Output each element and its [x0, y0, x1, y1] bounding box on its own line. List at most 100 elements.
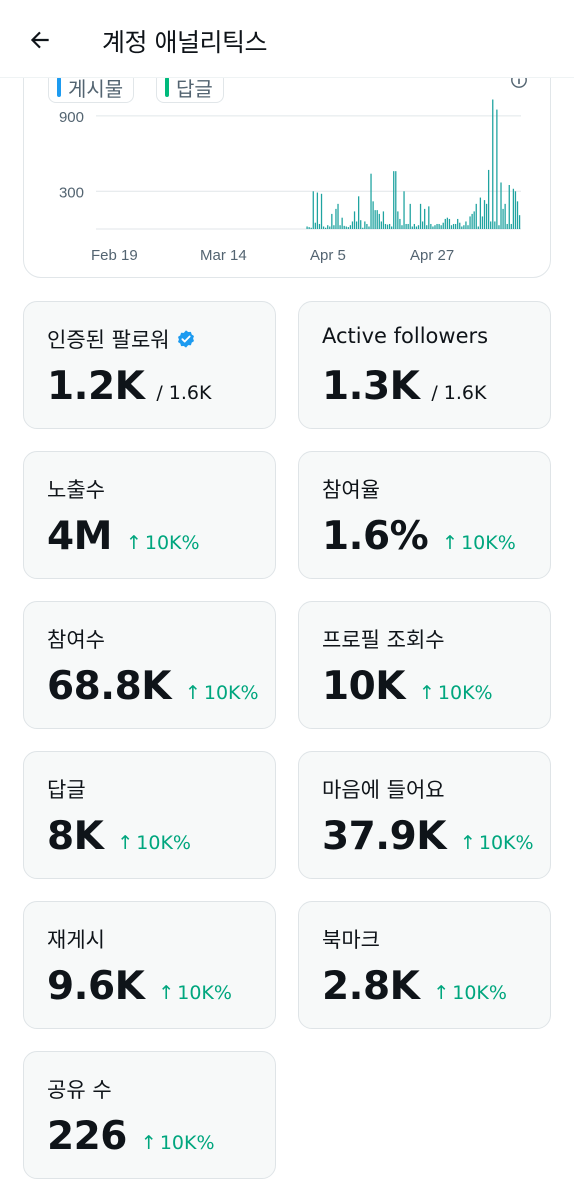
- chart-bar: [333, 225, 335, 229]
- chart-bar: [337, 203, 339, 229]
- chart-bar: [430, 223, 432, 229]
- stat-delta-text: 10K%: [159, 1132, 215, 1154]
- y-tick-label: 900: [59, 109, 84, 126]
- chart-bar: [318, 223, 321, 229]
- chart-bar: [448, 218, 451, 229]
- stat-delta: ↑ 10K%: [126, 532, 200, 554]
- chart-bar: [487, 169, 490, 229]
- stat-value-row: 10K ↑ 10K%: [322, 664, 493, 709]
- x-tick-label: Feb 19: [91, 247, 138, 264]
- chart-bar: [438, 223, 440, 229]
- chart-bar: [380, 221, 382, 229]
- chart-bar: [372, 201, 374, 229]
- stat-card[interactable]: 재게시 9.6K ↑ 10K%: [23, 901, 276, 1029]
- stat-card[interactable]: 참여수 68.8K ↑ 10K%: [23, 601, 276, 729]
- chart-bar: [417, 225, 420, 229]
- chart-bar: [388, 223, 391, 229]
- chart-bar: [347, 227, 349, 229]
- arrow-up-icon: ↑: [125, 532, 142, 554]
- chart-bar: [450, 225, 453, 229]
- stat-card[interactable]: 인증된 팔로워 1.2K / 1.6K: [23, 301, 276, 429]
- stat-label: 노출수: [47, 474, 105, 504]
- x-tick-label: Mar 14: [200, 247, 247, 264]
- stat-card[interactable]: 마음에 들어요 37.9K ↑ 10K%: [298, 751, 551, 879]
- chart-bar: [473, 211, 475, 229]
- stat-card[interactable]: 프로필 조회수 10K ↑ 10K%: [298, 601, 551, 729]
- chart-bar: [341, 217, 343, 229]
- chart-bar: [395, 171, 397, 229]
- chart-bar: [343, 225, 345, 229]
- chart-bar: [393, 171, 395, 229]
- stat-value: 1.3K: [322, 364, 420, 409]
- chart-bar: [508, 185, 510, 229]
- chart-bar: [475, 203, 477, 229]
- stat-label-text: 답글: [47, 778, 86, 802]
- chart-bar: [490, 221, 492, 229]
- stat-value: 37.9K: [322, 814, 446, 859]
- stat-card[interactable]: 답글 8K ↑ 10K%: [23, 751, 276, 879]
- chart-bar: [436, 223, 438, 229]
- stat-label: 프로필 조회수: [322, 624, 445, 654]
- stat-label-text: 노출수: [47, 478, 105, 502]
- chart-bar: [353, 211, 356, 229]
- chart-bar: [308, 227, 310, 229]
- chart-bar: [492, 99, 494, 229]
- chart-bar: [502, 208, 504, 229]
- legend-posts-swatch: [57, 77, 61, 97]
- chart-bar: [421, 221, 424, 229]
- chart-bar: [312, 191, 314, 229]
- stat-value: 1.2K: [47, 364, 145, 409]
- stat-value: 9.6K: [47, 964, 145, 1009]
- stat-value: 4M: [47, 514, 112, 559]
- chart-bar: [360, 220, 362, 229]
- stat-card[interactable]: 북마크 2.8K ↑ 10K%: [298, 901, 551, 1029]
- stat-card[interactable]: 노출수 4M ↑ 10K%: [23, 451, 276, 579]
- chart-bar: [512, 188, 515, 229]
- chart-bar: [382, 211, 385, 229]
- chart-bar: [424, 208, 426, 229]
- stat-value-row: 68.8K ↑ 10K%: [47, 664, 259, 709]
- chart-bar: [496, 109, 498, 229]
- chart-bar: [446, 217, 449, 229]
- stat-value-row: 37.9K ↑ 10K%: [322, 814, 534, 859]
- chart-bar: [327, 225, 329, 229]
- stat-label: 마음에 들어요: [322, 774, 445, 804]
- arrow-up-icon: ↑: [140, 1132, 157, 1154]
- chart-bar: [506, 223, 508, 229]
- chart-bar: [401, 225, 403, 229]
- x-tick-label: Apr 27: [410, 247, 454, 264]
- stat-delta-text: 10K%: [452, 982, 507, 1004]
- chart-bar: [366, 223, 368, 229]
- chart-bar: [364, 221, 366, 229]
- stat-value-row: 9.6K ↑ 10K%: [47, 964, 232, 1009]
- stat-card[interactable]: 참여율 1.6% ↑ 10K%: [298, 451, 551, 579]
- stat-delta-text: 10K%: [144, 532, 200, 554]
- chart-bar: [428, 206, 430, 229]
- back-button[interactable]: [24, 24, 56, 56]
- arrow-up-icon: ↑: [442, 532, 459, 554]
- stat-card[interactable]: Active followers 1.3K / 1.6K: [298, 301, 551, 429]
- stat-value: 8K: [47, 814, 104, 859]
- chart-bar: [358, 196, 360, 229]
- chart-bar: [386, 224, 389, 229]
- arrow-up-icon: ↑: [459, 832, 476, 854]
- stat-card[interactable]: 공유 수 226 ↑ 10K%: [23, 1051, 276, 1179]
- arrow-up-icon: ↑: [158, 982, 175, 1004]
- chart-bar: [349, 225, 352, 229]
- chart-bar: [516, 201, 519, 229]
- stat-total: / 1.6K: [431, 382, 487, 404]
- stat-label-text: 참여율: [322, 478, 380, 502]
- chart-bar: [504, 203, 506, 229]
- stat-label-text: 공유 수: [47, 1078, 112, 1102]
- stat-value: 68.8K: [47, 664, 171, 709]
- chart-bar: [434, 225, 436, 229]
- chart-bar: [306, 226, 308, 229]
- chart-bar: [322, 226, 325, 229]
- chart-bar: [485, 203, 488, 229]
- chart-bar: [461, 226, 463, 229]
- chart-bar: [314, 222, 316, 229]
- chart-bar: [481, 216, 484, 229]
- y-tick-label: 300: [59, 184, 84, 201]
- chart-bar: [374, 210, 376, 229]
- chart-bar: [432, 226, 434, 229]
